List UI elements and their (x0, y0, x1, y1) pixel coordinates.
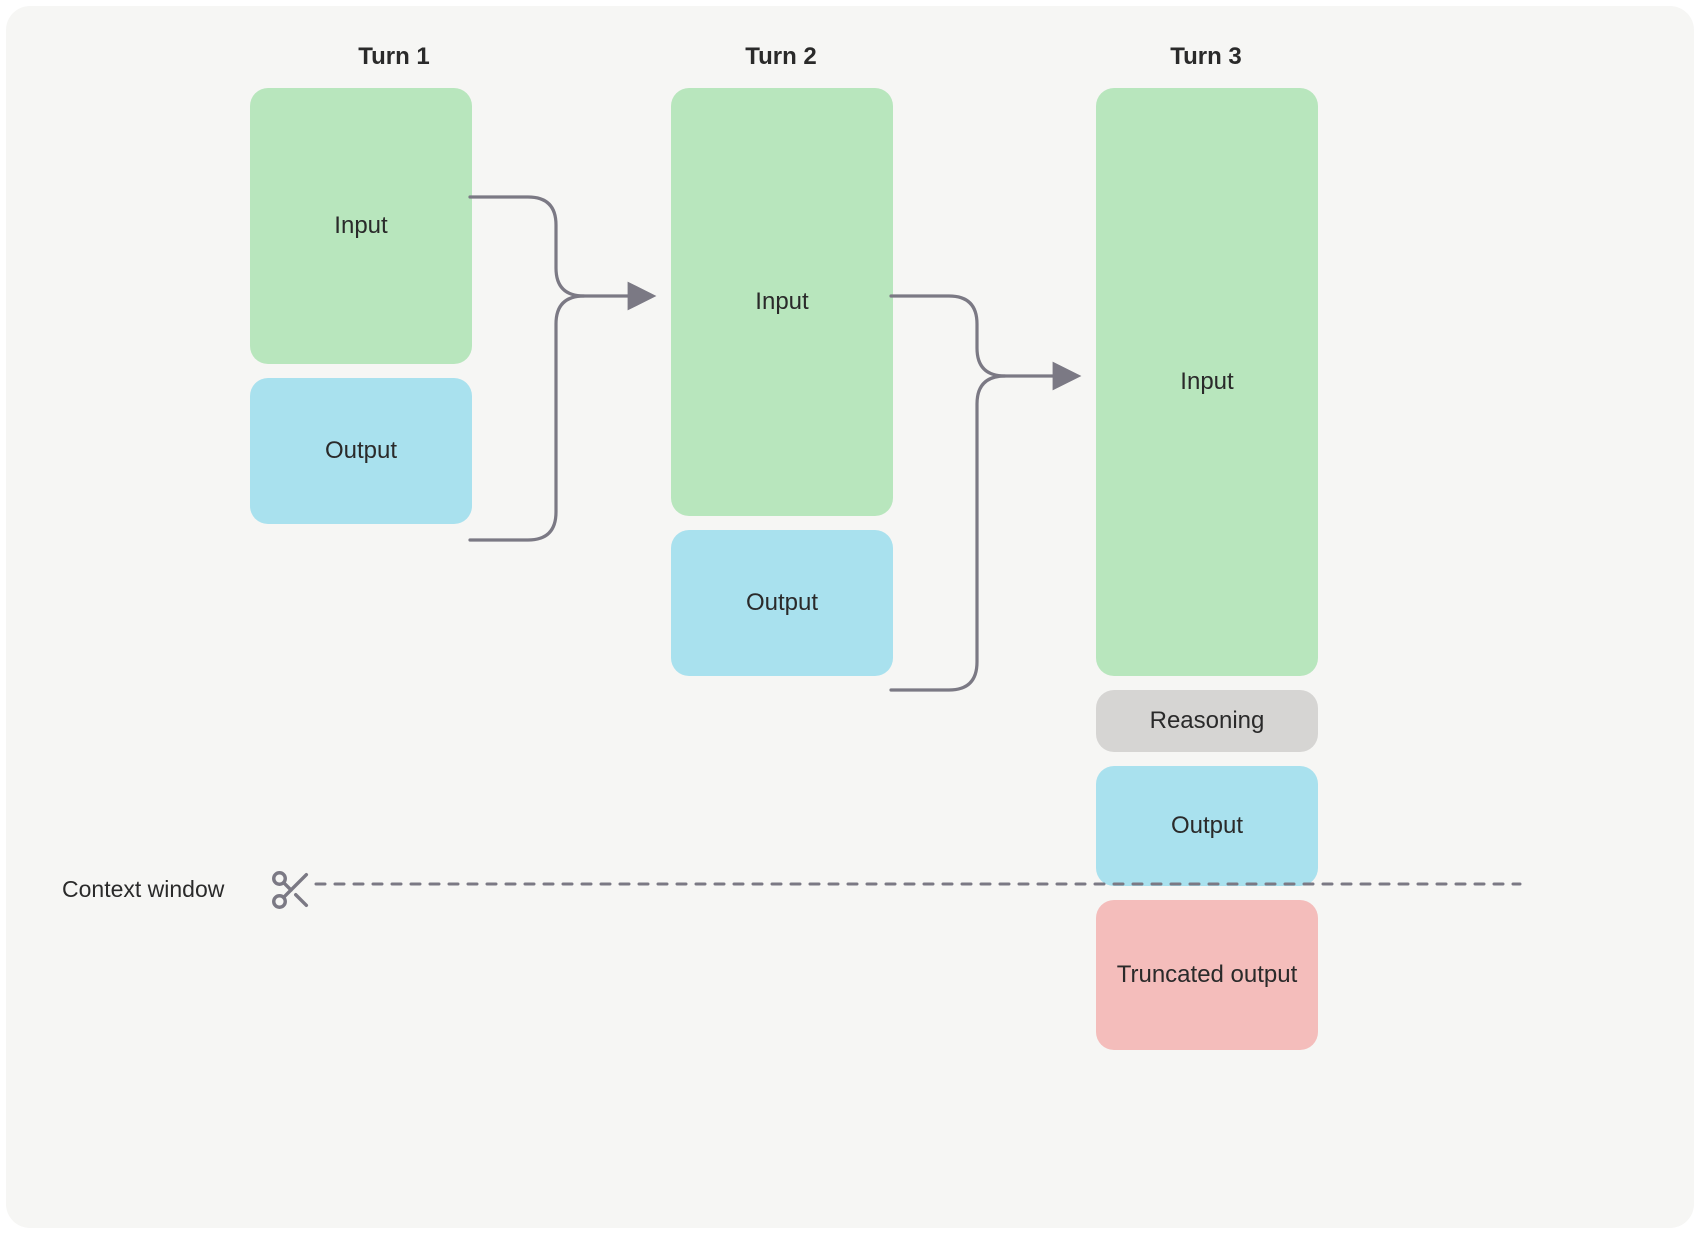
turn3-truncated-output-box: Truncated output (1096, 900, 1318, 1050)
turn2-output-box: Output (671, 530, 893, 676)
scissors-icon (268, 867, 314, 918)
turn1-output-box: Output (250, 378, 472, 524)
turn3-input-box: Input (1096, 88, 1318, 676)
turn3-reasoning-box: Reasoning (1096, 690, 1318, 752)
heading-turn-1: Turn 1 (284, 43, 504, 71)
diagram-canvas: Turn 1 Turn 2 Turn 3 Input Output Input … (6, 6, 1694, 1228)
turn1-input-box: Input (250, 88, 472, 364)
turn2-input-box: Input (671, 88, 893, 516)
heading-turn-3: Turn 3 (1096, 43, 1316, 71)
heading-turn-2: Turn 2 (671, 43, 891, 71)
context-window-label: Context window (62, 876, 224, 903)
turn3-output-box: Output (1096, 766, 1318, 886)
